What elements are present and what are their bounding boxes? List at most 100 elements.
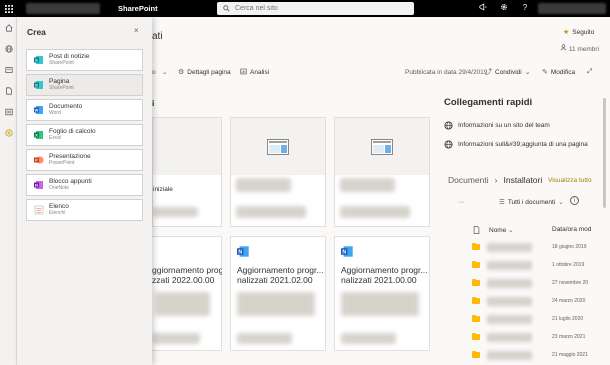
svg-text:N: N — [35, 183, 38, 188]
app-bar — [0, 17, 17, 365]
folder-icon — [472, 261, 480, 268]
svg-text:X: X — [35, 133, 38, 138]
news-icon[interactable] — [0, 59, 17, 80]
create-news-post[interactable]: S Post di notizie SharePoint — [26, 49, 143, 71]
organization-logo[interactable] — [26, 3, 100, 14]
modified-date: 18 giugno 2019 — [552, 244, 587, 250]
gear-icon[interactable] — [499, 3, 509, 13]
excel-icon: X — [34, 130, 44, 140]
folder-name[interactable] — [487, 297, 532, 306]
create-presentation[interactable]: P Presentazione PowerPoint — [26, 149, 143, 171]
more-actions-button[interactable]: ··· — [458, 199, 465, 206]
home-icon[interactable] — [0, 17, 17, 38]
view-selector[interactable]: ☰ Tutti i documenti ⌄ — [499, 198, 567, 207]
quick-link-label: Informazioni sull&#39;aggiunta di una pa… — [458, 141, 588, 148]
command-bar: o ⌄ ⚙ Dettagli pagina Analisi Pubblicata… — [152, 64, 610, 80]
table-row[interactable]: 18 giugno 2019 — [472, 240, 610, 257]
table-row[interactable]: 1 ottobre 2019 — [472, 258, 610, 275]
item-app: SharePoint — [49, 84, 74, 91]
card-image — [335, 118, 429, 175]
folder-name[interactable] — [487, 315, 532, 324]
quick-link[interactable]: Informazioni sull&#39;aggiunta di una pa… — [444, 140, 588, 149]
chevron-down-icon[interactable]: ⌄ — [162, 68, 167, 76]
globe-icon[interactable] — [0, 38, 17, 59]
card-title-line2: nalizzati 2021.00.00 — [341, 275, 417, 285]
star-icon: ★ — [563, 29, 570, 36]
app-name[interactable]: SharePoint — [118, 4, 158, 13]
table-row[interactable]: 21 luglio 2020 — [472, 312, 610, 329]
list-icon — [34, 205, 44, 215]
table-row[interactable]: 27 novembre 20 — [472, 276, 610, 293]
share-button[interactable]: ⤴ Condividi ⌄ — [485, 67, 534, 77]
column-header-name[interactable]: Nome ⌄ — [489, 226, 514, 234]
person-icon — [560, 44, 569, 53]
info-icon[interactable]: i — [570, 196, 579, 205]
modified-date: 21 luglio 2020 — [552, 316, 584, 322]
search-input[interactable] — [235, 5, 405, 12]
card-title-line1: Aggiornamento progr... — [341, 265, 428, 275]
modified-date: 27 novembre 20 — [552, 280, 589, 286]
create-icon[interactable] — [0, 122, 17, 143]
folder-name[interactable] — [487, 279, 532, 288]
svg-text:S: S — [35, 83, 38, 88]
globe-icon — [444, 121, 453, 130]
card-title-line1: Aggiornamento progr... — [237, 265, 324, 275]
file-type-icon — [473, 226, 480, 236]
close-icon[interactable]: × — [134, 26, 139, 35]
see-all-link[interactable]: Visualizza tutto — [548, 177, 592, 184]
follow-label: Seguito — [572, 28, 595, 36]
modified-date: 1 ottobre 2019 — [552, 262, 585, 268]
megaphone-icon[interactable] — [478, 3, 488, 13]
news-section-title: i — [152, 98, 155, 108]
follow-button[interactable]: ★ Seguito — [563, 28, 595, 37]
create-list[interactable]: Elenco Elenchi — [26, 199, 143, 221]
page-details-button[interactable]: ⚙ Dettagli pagina — [178, 68, 231, 77]
list-icon[interactable] — [0, 101, 17, 122]
svg-text:W: W — [35, 108, 39, 113]
file-icon[interactable] — [0, 80, 17, 101]
scrollbar-thumb[interactable] — [603, 98, 606, 208]
filter-icon: ☰ — [499, 199, 505, 206]
breadcrumb-current[interactable]: Installatori — [503, 175, 542, 185]
breadcrumb-root[interactable]: Documenti — [448, 175, 489, 185]
folder-name[interactable] — [487, 243, 532, 252]
panel-title: Crea — [27, 27, 46, 37]
page-title: ati — [152, 31, 163, 42]
card-description — [155, 292, 210, 316]
create-document[interactable]: W Documento Word — [26, 99, 143, 121]
column-name-label: Nome — [489, 227, 507, 234]
sharepoint-news-icon: N — [237, 245, 250, 258]
create-notebook[interactable]: N Blocco appunti OneNote — [26, 174, 143, 196]
sharepoint-page-icon: S — [34, 80, 44, 90]
sharepoint-news-icon: S — [34, 55, 44, 65]
create-page[interactable]: S Pagina SharePoint — [26, 74, 143, 96]
table-row[interactable]: 21 maggio 2021 — [472, 348, 610, 365]
help-icon[interactable]: ? — [520, 3, 530, 13]
folder-icon — [472, 315, 480, 322]
card-description — [341, 292, 419, 316]
edit-button[interactable]: ✎ Modifica — [542, 68, 575, 77]
folder-name[interactable] — [487, 333, 532, 342]
folder-name[interactable] — [487, 261, 532, 270]
members-link[interactable]: 11 membri — [560, 44, 599, 53]
card-title: iniziale — [153, 186, 173, 193]
column-header-modified[interactable]: Data/ora mod — [552, 226, 591, 233]
svg-text:N: N — [238, 250, 242, 256]
analytics-button[interactable]: Analisi — [240, 68, 269, 77]
search-box[interactable] — [217, 2, 414, 15]
create-spreadsheet[interactable]: X Foglio di calcolo Excel — [26, 124, 143, 146]
folder-name[interactable] — [487, 351, 532, 360]
user-account[interactable] — [538, 3, 606, 14]
svg-text:P: P — [35, 158, 38, 163]
quick-links-title: Collegamenti rapidi — [444, 97, 533, 108]
expand-icon[interactable]: ⤢ — [587, 68, 592, 76]
sharepoint-news-icon: N — [341, 245, 354, 258]
item-app: Word — [49, 109, 61, 116]
table-row[interactable]: 24 marzo 2020 — [472, 294, 610, 311]
page-placeholder-icon — [267, 138, 289, 155]
quick-link[interactable]: Informazioni su un sito del team — [444, 121, 550, 130]
table-row[interactable]: 23 marzo 2021 — [472, 330, 610, 347]
command-fragment[interactable]: o — [152, 69, 156, 76]
svg-text:S: S — [35, 58, 38, 63]
app-launcher-icon[interactable] — [0, 0, 17, 17]
